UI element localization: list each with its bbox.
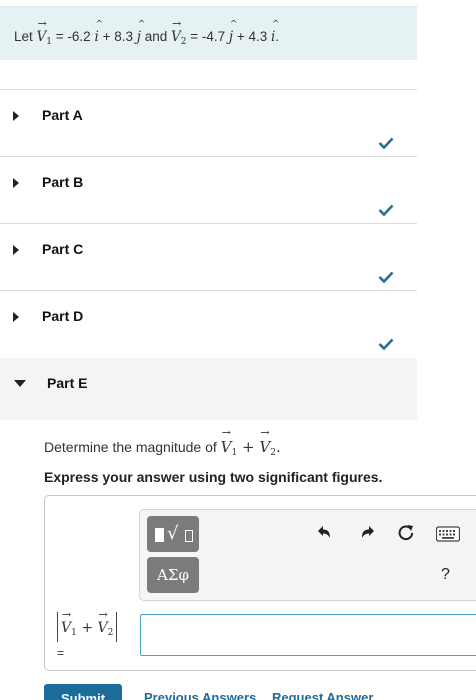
lhs-v1-symbol: V [61, 608, 71, 636]
lhs-v2-symbol: V [98, 608, 108, 636]
lhs-v1-sub: 1 [71, 628, 77, 638]
question-v2-symbol: V [259, 426, 270, 456]
part-e-header[interactable]: Part E [0, 358, 417, 420]
v1-sub: 1 [46, 37, 53, 47]
part-a-label: Part A [42, 107, 83, 123]
caret-right-icon [13, 312, 19, 322]
i-hat-symbol-2: i [271, 20, 280, 45]
checkmark-icon [378, 338, 394, 350]
sqrt-icon: √ [167, 523, 179, 544]
answer-input[interactable] [140, 614, 476, 656]
v1-symbol: V [37, 17, 47, 45]
v1-x-value: = -6.2 [55, 29, 91, 44]
submit-button[interactable]: Submit [44, 684, 122, 700]
part-d-label: Part D [42, 308, 84, 324]
v2-y-value: = -4.7 [190, 29, 226, 44]
part-b-label: Part B [42, 174, 84, 190]
part-b-header[interactable]: Part B [0, 157, 417, 223]
question-plus: + [242, 438, 255, 456]
part-c-label: Part C [42, 241, 84, 257]
problem-let: Let [14, 29, 33, 44]
caret-down-icon [14, 380, 26, 387]
templates-button[interactable]: √ [147, 516, 199, 552]
request-answer-link[interactable]: Request Answer [272, 690, 373, 700]
instruction-text: Express your answer using two significan… [44, 469, 383, 485]
j-hat-symbol: j [137, 20, 146, 45]
abs-bar-left [57, 612, 58, 642]
previous-answers-link[interactable]: Previous Answers [144, 690, 256, 700]
problem-statement: Let V1 = -6.2 i + 8.3 j and V2 = -4.7 j … [0, 6, 417, 60]
checkmark-icon [378, 271, 394, 283]
part-e-label: Part E [47, 375, 88, 391]
caret-right-icon [13, 245, 19, 255]
question-v1-sub: 1 [231, 448, 238, 458]
caret-right-icon [13, 111, 19, 121]
checkmark-icon [378, 204, 394, 216]
redo-icon[interactable] [358, 523, 378, 543]
v2-x-value: + 4.3 [236, 29, 268, 44]
v2-sub: 2 [180, 37, 187, 47]
j-hat-symbol-2: j [229, 20, 238, 45]
part-a-header[interactable]: Part A [0, 90, 417, 156]
equals-sign: = [57, 646, 65, 660]
part-d-header[interactable]: Part D [0, 291, 417, 357]
v2-symbol: V [171, 17, 181, 45]
question-prefix: Determine the magnitude of [44, 439, 217, 455]
symbols-button[interactable]: ΑΣφ [147, 557, 199, 593]
abs-bar-right [116, 612, 118, 642]
part-c-header[interactable]: Part C [0, 224, 417, 290]
v1-y-value: + 8.3 [102, 29, 133, 44]
placeholder-box-icon [185, 530, 193, 542]
undo-icon[interactable] [314, 523, 334, 543]
lhs-plus: + [81, 620, 94, 636]
problem-text: Let V1 = -6.2 i + 8.3 j and V2 = -4.7 j … [14, 17, 280, 47]
caret-right-icon [13, 178, 19, 188]
keyboard-icon[interactable] [436, 526, 460, 542]
reset-icon[interactable] [396, 523, 416, 543]
question-period: . [275, 438, 281, 456]
question-v1-symbol: V [221, 426, 232, 456]
checkmark-icon [378, 137, 394, 149]
answer-lhs-label: V1 + V2 [54, 608, 120, 642]
question-text: Determine the magnitude of V1 + V2. [44, 426, 281, 458]
help-button[interactable]: ? [441, 566, 450, 584]
problem-period: . [275, 29, 280, 44]
templates-icon [155, 528, 164, 542]
i-hat-symbol: i [94, 20, 103, 45]
lhs-v2-sub: 2 [107, 628, 114, 638]
problem-and: and [144, 29, 168, 44]
